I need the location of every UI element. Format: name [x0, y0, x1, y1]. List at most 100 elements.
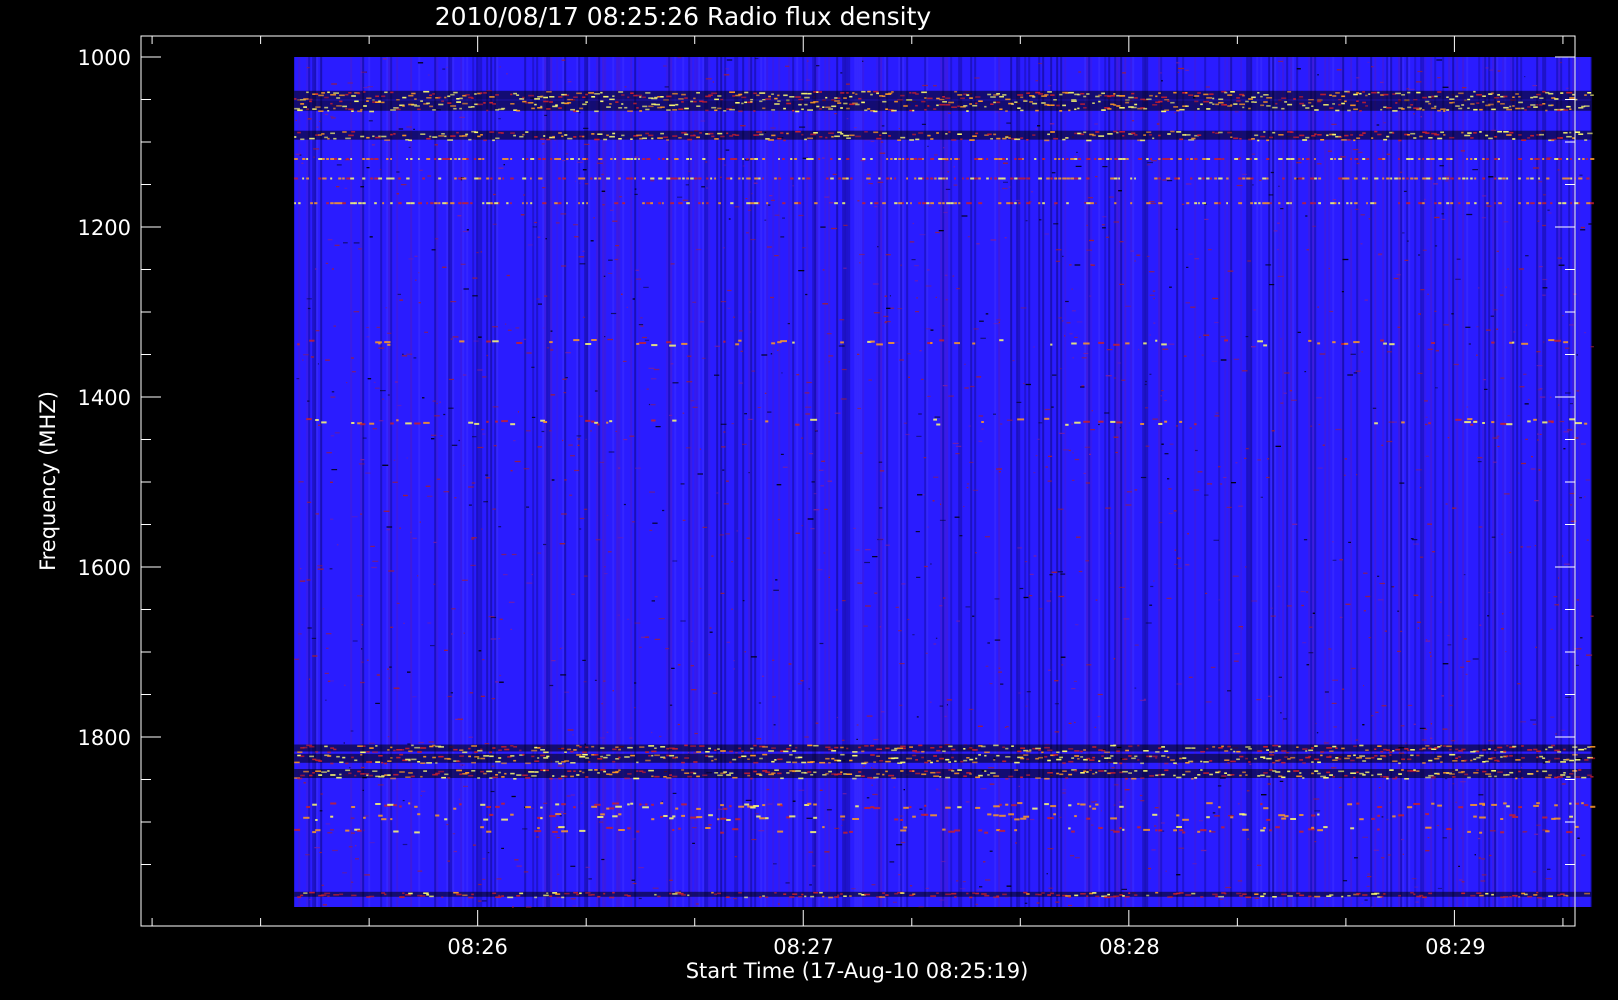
heatmap-stripe [1324, 57, 1327, 907]
heatmap-cell [866, 715, 873, 717]
heatmap-cell [420, 795, 422, 797]
heatmap-cell [408, 146, 411, 148]
band-cell [1518, 158, 1522, 160]
heatmap-cell [1280, 402, 1284, 404]
band-cell [1269, 751, 1275, 753]
band-cell [1251, 96, 1256, 99]
heatmap-cell [1226, 506, 1232, 508]
heatmap-cell [1068, 904, 1073, 907]
heatmap-stripe [924, 57, 927, 907]
band-cell [1077, 107, 1080, 110]
heatmap-cell [1391, 586, 1394, 588]
heatmap-cell [1055, 901, 1060, 903]
band-cell [358, 202, 362, 205]
band-cell [1497, 746, 1503, 749]
heatmap-cell [1049, 574, 1053, 576]
heatmap-cell [1028, 201, 1032, 203]
band-cell [1281, 97, 1287, 99]
heatmap-cell [562, 378, 567, 380]
heatmap-cell [999, 423, 1003, 425]
heatmap-cell [782, 466, 788, 468]
band-cell [375, 95, 379, 98]
heatmap-cell [651, 600, 655, 602]
band-cell [834, 202, 838, 205]
heatmap-stripe [1042, 57, 1045, 907]
band-cell [1455, 418, 1462, 421]
heatmap-cell [785, 65, 790, 67]
heatmap-cell [1503, 221, 1509, 223]
band-cell [660, 96, 664, 98]
heatmap-cell [652, 887, 659, 889]
band-cell [1527, 749, 1533, 751]
heatmap-cell [570, 898, 576, 900]
band-cell [582, 177, 586, 180]
band-cell [1518, 96, 1521, 98]
band-cell [1586, 177, 1590, 180]
band-cell [912, 109, 915, 112]
heatmap-cell [744, 413, 747, 415]
band-cell [582, 202, 585, 205]
heatmap-cell [466, 229, 469, 231]
band-cell [831, 136, 834, 138]
heatmap-cell [639, 646, 642, 648]
band-cell [600, 755, 603, 758]
heatmap-cell [377, 784, 384, 786]
heatmap-cell [1134, 687, 1137, 689]
heatmap-cell [408, 258, 414, 260]
heatmap-cell [881, 125, 885, 127]
band-cell [360, 423, 366, 426]
band-cell [1368, 93, 1371, 95]
band-cell [1230, 104, 1233, 106]
heatmap-stripe [1538, 57, 1541, 907]
heatmap-stripe [630, 57, 633, 907]
band-cell [942, 750, 946, 753]
heatmap-stripe [452, 57, 455, 907]
heatmap-cell [857, 200, 860, 202]
heatmap-cell [570, 455, 575, 457]
heatmap-cell [1547, 209, 1550, 211]
heatmap-cell [433, 583, 436, 585]
heatmap-cell [1463, 574, 1466, 576]
heatmap-cell [1452, 783, 1455, 785]
heatmap-cell [1193, 489, 1200, 491]
band-cell [1482, 422, 1485, 424]
band-cell [1202, 158, 1206, 160]
heatmap-cell [1306, 249, 1309, 251]
band-cell [846, 137, 851, 139]
heatmap-cell [1215, 412, 1219, 414]
heatmap-cell [376, 326, 380, 328]
band-cell [1197, 134, 1202, 136]
band-cell [498, 749, 502, 751]
band-cell [921, 100, 926, 103]
heatmap-cell [1161, 390, 1164, 392]
heatmap-cell [1113, 658, 1116, 660]
heatmap-cell [942, 325, 945, 327]
band-cell [645, 132, 649, 135]
heatmap-cell [644, 636, 649, 638]
band-cell [1382, 158, 1386, 160]
band-cell [1530, 134, 1534, 137]
band-cell [501, 107, 506, 110]
band-cell [1194, 423, 1197, 426]
heatmap-stripe [1414, 57, 1417, 907]
band-cell [888, 92, 893, 95]
band-cell [627, 96, 630, 99]
heatmap-cell [981, 428, 984, 430]
heatmap-cell [1425, 416, 1428, 418]
heatmap-cell [898, 630, 902, 632]
band-cell [903, 105, 908, 107]
heatmap-stripe [1342, 57, 1345, 907]
heatmap-cell [1188, 253, 1193, 255]
heatmap-cell [826, 809, 832, 811]
heatmap-cell [1039, 219, 1042, 221]
band-cell [490, 202, 493, 205]
band-cell [636, 761, 639, 764]
heatmap-cell [853, 527, 856, 529]
heatmap-cell [1386, 153, 1391, 155]
heatmap-cell [485, 477, 491, 479]
heatmap-cell [1089, 453, 1091, 455]
heatmap-cell [1404, 742, 1407, 744]
band-cell [682, 177, 685, 180]
band-cell [330, 762, 334, 765]
heatmap-cell [398, 128, 404, 130]
